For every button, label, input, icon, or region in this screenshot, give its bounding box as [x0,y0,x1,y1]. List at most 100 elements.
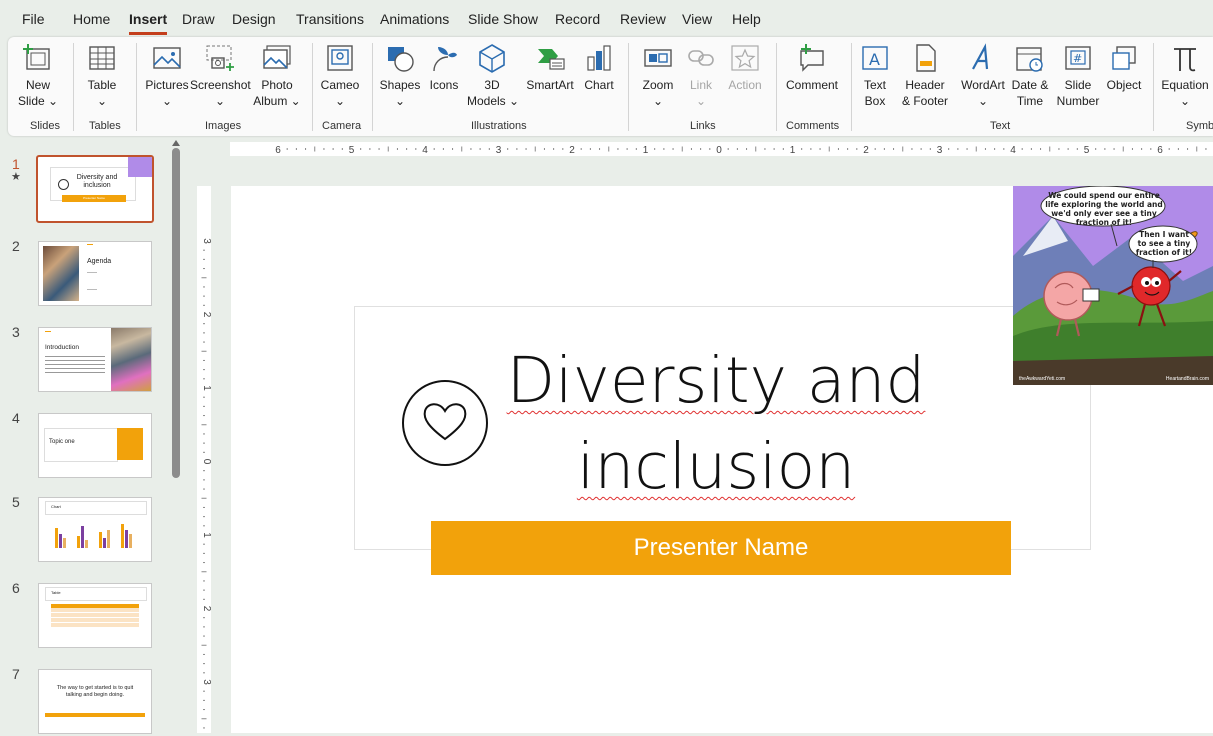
ribbon-separator [851,43,852,131]
tab-insert[interactable]: Insert [129,11,168,35]
tab-slide-show[interactable]: Slide Show [468,11,538,27]
comment-button[interactable]: Comment [782,43,842,93]
tab-design[interactable]: Design [232,11,276,27]
action-button[interactable]: Action [723,43,767,93]
group-label-camera: Camera [322,120,362,132]
vertical-ruler-ticks: 3 2 1 0 1 2 3 [201,238,212,729]
tab-record[interactable]: Record [555,11,600,27]
cube-icon [467,43,517,73]
equation-dropdown: ⌄ [1179,94,1191,108]
slide-number-5: 5 [12,494,20,510]
scroll-up-arrow-icon[interactable] [172,140,180,146]
ruler-label: 4 [422,145,428,156]
slide-number-icon: # [1054,43,1102,73]
tab-review[interactable]: Review [620,11,666,27]
tab-view[interactable]: View [682,11,712,27]
comic-bubble-2: Then I want to see a tiny fraction of it… [1135,230,1193,257]
shapes-button[interactable]: Shapes ⌄ [378,43,422,109]
new-slide-dropdown: Slide ⌄ [18,94,59,108]
slide-thumbnail-6[interactable]: Table [38,583,152,648]
slide-number-label: Slide [1064,78,1092,92]
group-label-illustrations: Illustrations [471,120,527,132]
header-footer-label: Header [905,78,945,92]
tab-transitions[interactable]: Transitions [296,11,364,27]
ribbon-separator [73,43,74,131]
header-footer-button[interactable]: Header & Footer [898,43,952,109]
slide-title-line-2: inclusion [576,430,856,503]
tab-draw[interactable]: Draw [182,11,215,27]
group-label-symbols: Symb [1186,120,1213,132]
thumbnail-scrollbar[interactable] [172,148,180,478]
chart-button[interactable]: Chart [581,43,617,93]
chart-icon [581,43,617,73]
slide-thumbnail-7[interactable]: The way to get started is to quit talkin… [38,669,152,734]
screenshot-icon [190,43,250,73]
smartart-icon [523,43,577,73]
star-icon [723,43,767,73]
comic-image[interactable]: We could spend our entire life exploring… [1013,186,1213,385]
smartart-label: SmartArt [526,78,574,92]
slide-number-button[interactable]: # Slide Number [1054,43,1102,109]
pictures-button[interactable]: Pictures ⌄ [142,43,192,109]
equation-label: Equation [1161,78,1209,92]
vertical-ruler: 3 2 1 0 1 2 3 [197,186,212,733]
cameo-button[interactable]: Cameo ⌄ [318,43,362,109]
comment-icon [782,43,842,73]
ruler-label: 6 [275,145,281,156]
comic-bubble-1: We could spend our entire life exploring… [1045,191,1163,227]
text-box-button[interactable]: A Text Box [859,43,891,109]
link-dropdown: ⌄ [695,94,707,108]
ribbon-separator [372,43,373,131]
ruler-label: 2 [569,145,575,156]
3d-models-label: 3D [484,78,500,92]
screenshot-button[interactable]: Screenshot ⌄ [190,43,251,109]
table-button[interactable]: Table ⌄ [82,43,122,109]
heart-icon [401,379,489,467]
3d-models-button[interactable]: 3D Models ⌄ [467,43,519,109]
group-label-links: Links [690,120,716,132]
ribbon: New Slide ⌄ Table ⌄ Pictures ⌄ Screensho… [8,37,1213,136]
ribbon-separator [1153,43,1154,131]
slide-thumbnail-2[interactable]: Agenda [38,241,152,306]
ribbon-separator [628,43,629,131]
slide-number-4: 4 [12,410,20,426]
slide-thumbnail-5[interactable]: Chart [38,497,152,562]
wordart-icon [955,43,1011,73]
new-slide-icon [18,43,58,73]
table-dropdown: ⌄ [96,94,108,108]
link-button[interactable]: Link ⌄ [683,43,719,109]
slide-title-line-1: Diversity and [506,344,926,417]
date-time-label: Date & [1011,78,1049,92]
slide-thumbnail-3[interactable]: Introduction [38,327,152,392]
slide-title[interactable]: Diversity and inclusion [486,338,946,510]
presenter-name-banner[interactable]: Presenter Name [431,521,1011,575]
wordart-button[interactable]: WordArt ⌄ [955,43,1011,109]
action-label: Action [728,78,762,92]
new-slide-button[interactable]: New Slide ⌄ [18,43,58,109]
zoom-button[interactable]: Zoom ⌄ [636,43,680,109]
cameo-icon [318,43,362,73]
wordart-dropdown: ⌄ [977,94,989,108]
icons-button[interactable]: Icons [426,43,462,93]
ribbon-separator [776,43,777,131]
tab-file[interactable]: File [22,11,45,27]
photo-album-button[interactable]: Photo Album ⌄ [252,43,302,109]
date-time-label-2: Time [1016,94,1044,108]
ruler-label: 1 [790,145,796,156]
photo-album-label: Photo [261,78,293,92]
tab-help[interactable]: Help [732,11,761,27]
object-button[interactable]: Object [1102,43,1146,93]
cameo-dropdown: ⌄ [334,94,346,108]
tab-home[interactable]: Home [73,11,110,27]
equation-button[interactable]: Equation ⌄ [1158,43,1212,109]
ruler-label: 3 [201,238,211,244]
comment-label: Comment [785,78,838,92]
tab-animations[interactable]: Animations [380,11,449,27]
slide-thumbnail-1[interactable]: Diversity and inclusion Presenter Name [36,155,154,223]
smartart-button[interactable]: SmartArt [523,43,577,93]
slide-canvas[interactable]: Diversity and inclusion Presenter Name W… [231,186,1213,733]
date-time-button[interactable]: Date & Time [1008,43,1052,109]
shapes-icon [378,43,422,73]
slide-thumbnail-4[interactable]: Topic one [38,413,152,478]
ruler-label: 1 [643,145,649,156]
